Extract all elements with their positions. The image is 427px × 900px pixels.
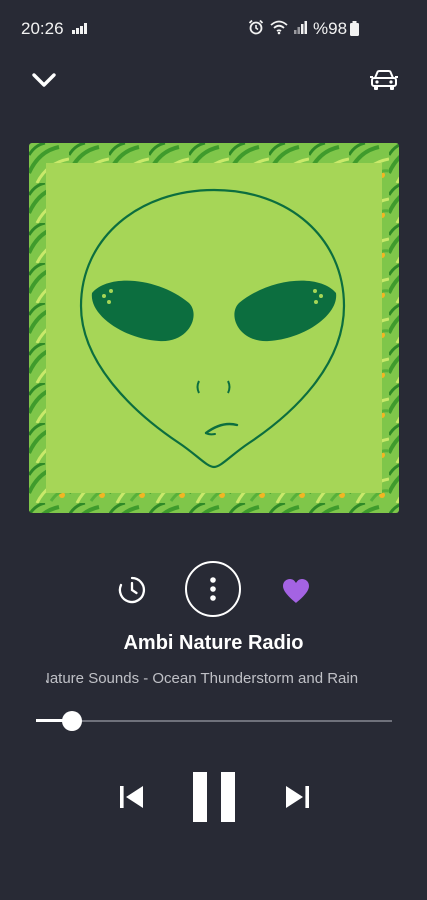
alarm-icon	[248, 19, 264, 35]
chevron-down-icon	[32, 73, 56, 87]
seek-thumb[interactable]	[61, 711, 82, 731]
station-title: Ambi Nature Radio	[123, 632, 304, 654]
skip-previous-icon	[120, 786, 143, 808]
car-icon	[370, 70, 398, 90]
car-mode-button[interactable]	[364, 62, 404, 98]
signal-icon	[72, 23, 87, 34]
playback-controls	[0, 770, 427, 826]
more-options-button[interactable]	[185, 561, 241, 617]
wifi-icon	[270, 20, 288, 35]
more-vertical-icon	[210, 577, 216, 601]
skip-next-icon	[286, 786, 309, 808]
collapse-button[interactable]	[26, 62, 62, 98]
pause-button[interactable]	[190, 770, 238, 824]
track-marquee: Nature Sounds - Ocean Thunderstorm and R…	[46, 670, 382, 692]
previous-button[interactable]	[117, 784, 147, 810]
battery-percentage: %98	[313, 19, 348, 38]
signal-icon	[294, 21, 307, 34]
seek-bar[interactable]	[36, 710, 392, 732]
battery-icon	[350, 21, 359, 36]
track-title: Nature Sounds - Ocean Thunderstorm and R…	[46, 670, 359, 687]
seek-track	[36, 720, 392, 722]
action-row	[0, 560, 427, 620]
next-button[interactable]	[282, 784, 312, 810]
pause-icon	[193, 772, 235, 822]
status-bar: 20:26 %98	[0, 0, 427, 56]
album-artwork	[29, 143, 399, 513]
timer-icon	[118, 576, 146, 604]
status-time: 20:26	[21, 19, 64, 38]
sleep-timer-button[interactable]	[117, 575, 147, 605]
heart-icon	[283, 579, 309, 603]
alien-face-artwork	[29, 143, 399, 513]
favorite-button[interactable]	[281, 577, 311, 605]
